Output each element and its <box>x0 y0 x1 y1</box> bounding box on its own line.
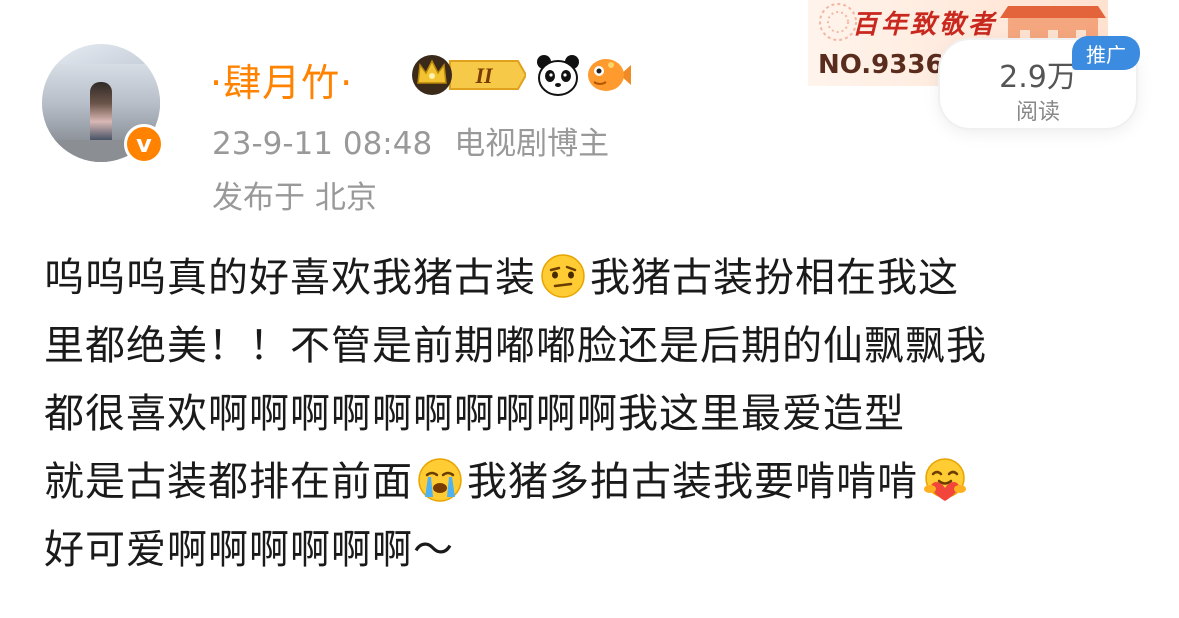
post-text-segment: 就是古装都排在前面 <box>44 459 413 505</box>
panda-icon <box>537 55 579 96</box>
post-text: 呜呜呜真的好喜欢我猪古装 我猪古装扮相在我这 里都绝美！！不管是前期嘟嘟脸还是后… <box>44 244 1144 584</box>
post-line: 都很喜欢啊啊啊啊啊啊啊啊啊啊我这里最爱造型 <box>44 391 905 437</box>
post-location: 发布于 北京 <box>212 180 377 216</box>
post-line: 里都绝美！！不管是前期嘟嘟脸还是后期的仙飘飘我 <box>44 323 987 369</box>
post-meta: 23-9-11 08:48 电视剧博主 <box>212 118 609 163</box>
smirk-emoji-icon <box>541 254 585 298</box>
post-line: 好可爱啊啊啊啊啊啊～ <box>44 527 454 573</box>
post-text-segment: 呜呜呜真的好喜欢我猪古装 <box>44 255 536 301</box>
crown-badge-icon[interactable]: II <box>410 52 526 98</box>
fish-icon <box>588 59 631 91</box>
username[interactable]: ·肆月竹· <box>210 52 353 107</box>
post-line: 就是古装都排在前面 我猪多拍古装我要啃啃啃 <box>44 448 1144 516</box>
post-datetime: 23-9-11 08:48 <box>212 126 433 162</box>
post-text-segment: 我猪多拍古装我要啃啃啃 <box>467 459 918 505</box>
badge-level: II <box>474 63 494 88</box>
verified-icon: v <box>124 124 164 164</box>
crying-emoji-icon <box>418 458 462 502</box>
banner-title: 百年致敬者 <box>852 10 998 40</box>
post-text-segment: 我猪古装扮相在我这 <box>590 255 959 301</box>
post-line: 呜呜呜真的好喜欢我猪古装 我猪古装扮相在我这 <box>44 244 1144 312</box>
hugging-heart-emoji-icon <box>924 458 966 501</box>
promo-tag[interactable]: 推广 <box>1072 36 1140 70</box>
read-label: 阅读 <box>1015 100 1060 125</box>
user-role: 电视剧博主 <box>454 126 610 162</box>
